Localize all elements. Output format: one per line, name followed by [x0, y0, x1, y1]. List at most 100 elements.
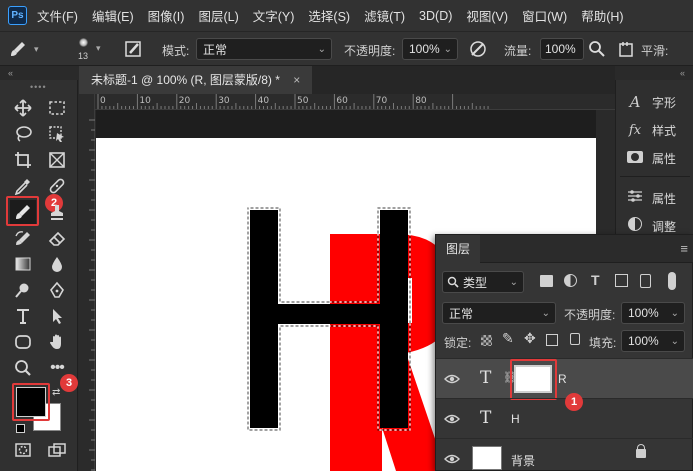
- pen-tool[interactable]: [44, 278, 70, 302]
- menu-layer[interactable]: 图层(L): [198, 6, 238, 25]
- panel-menu-icon[interactable]: ≡: [680, 241, 688, 256]
- toolbar-grip[interactable]: ••••: [30, 82, 47, 92]
- brush-size-picker[interactable]: 13 ▾: [66, 35, 102, 65]
- menu-view[interactable]: 视图(V): [466, 6, 508, 25]
- horizontal-ruler[interactable]: 0 10 20 30 40 50 60 70 80: [95, 94, 615, 110]
- history-brush-tool[interactable]: [10, 226, 36, 250]
- toolbar-collapse-icon[interactable]: «: [0, 66, 79, 80]
- screen-mode-button[interactable]: [44, 438, 70, 462]
- layer-name-h[interactable]: H: [511, 412, 520, 426]
- brush-settings-panel-button[interactable]: [124, 39, 144, 59]
- vertical-ruler[interactable]: [79, 94, 95, 471]
- crop-tool[interactable]: [10, 148, 36, 172]
- dock-collapse-icon[interactable]: «: [615, 66, 693, 80]
- layers-panel-header: 图层 ≡: [436, 235, 693, 263]
- move-tool[interactable]: [10, 96, 36, 120]
- lasso-tool[interactable]: [10, 122, 36, 146]
- menu-help[interactable]: 帮助(H): [581, 6, 623, 25]
- lock-position-icon[interactable]: ✥: [524, 330, 536, 347]
- fx-icon: fx: [628, 122, 642, 138]
- layer-fill-input[interactable]: 100% ⌄: [621, 330, 685, 352]
- pressure-opacity-button[interactable]: [468, 39, 488, 59]
- layer-filter-select[interactable]: 类型 ⌄: [442, 271, 524, 293]
- lock-transparent-icon[interactable]: [481, 335, 492, 346]
- rounded-rectangle-icon: [15, 335, 31, 349]
- frame-icon: [49, 152, 65, 168]
- eraser-tool[interactable]: [44, 226, 70, 250]
- blend-mode-select[interactable]: 正常 ⌄: [196, 38, 332, 60]
- gradient-tool[interactable]: [10, 252, 36, 276]
- tools-panel: •••• 2 ••• 3 ⇄: [0, 80, 78, 471]
- blur-tool[interactable]: [44, 252, 70, 276]
- layer-blend-mode-value: 正常: [449, 306, 474, 321]
- blend-mode-value: 正常: [203, 42, 228, 57]
- path-selection-tool[interactable]: [44, 304, 70, 328]
- brush-icon: [11, 42, 25, 56]
- default-colors-icon[interactable]: [16, 424, 25, 433]
- smoothing-icon: [619, 42, 633, 57]
- document-tab[interactable]: 未标题-1 @ 100% (R, 图层蒙版/8) * ×: [79, 66, 313, 94]
- dock-properties[interactable]: 属性: [616, 144, 693, 172]
- menu-edit[interactable]: 编辑(E): [92, 6, 134, 25]
- smoothing-options-button[interactable]: [618, 40, 636, 58]
- dock-glyphs[interactable]: A 字形: [616, 88, 693, 116]
- airbrush-button[interactable]: [588, 40, 606, 58]
- adjustment-layer-filter-icon[interactable]: [564, 274, 577, 287]
- shape-layer-filter-icon[interactable]: [615, 274, 628, 287]
- rectangular-marquee-icon: [49, 101, 65, 115]
- layer-row-r[interactable]: T ⛓ R: [436, 358, 693, 400]
- type-tool[interactable]: [10, 304, 36, 328]
- zoom-tool[interactable]: [10, 356, 36, 380]
- menu-window[interactable]: 窗口(W): [522, 6, 567, 25]
- dock-styles[interactable]: fx 样式: [616, 116, 693, 144]
- layer-opacity-input[interactable]: 100% ⌄: [621, 302, 685, 324]
- clone-stamp-icon: [51, 205, 63, 220]
- shape-tool[interactable]: [10, 330, 36, 354]
- dodge-tool[interactable]: [10, 278, 36, 302]
- layer-blend-mode-select[interactable]: 正常 ⌄: [442, 302, 556, 324]
- menu-file[interactable]: 文件(F): [37, 6, 78, 25]
- layer-name-r[interactable]: R: [558, 372, 567, 386]
- menu-image[interactable]: 图像(I): [148, 6, 185, 25]
- dock-divider: [620, 176, 690, 177]
- layer-name-background[interactable]: 背景: [511, 452, 535, 469]
- flow-label: 流量:: [504, 44, 532, 58]
- layers-tab[interactable]: 图层: [436, 235, 481, 263]
- eye-icon[interactable]: [444, 451, 460, 467]
- lock-artboard-icon[interactable]: [546, 334, 558, 346]
- sliders-icon: [624, 189, 646, 207]
- pen-nib-icon: [50, 281, 64, 298]
- adjustments-icon: [624, 217, 646, 235]
- history-brush-icon: [15, 231, 30, 245]
- hand-tool[interactable]: [44, 330, 70, 354]
- opacity-input[interactable]: 100% ⌄: [402, 38, 458, 60]
- tool-preset-picker[interactable]: ▾: [8, 38, 48, 60]
- lock-all-icon[interactable]: [570, 333, 580, 345]
- stamp-tool[interactable]: [44, 200, 70, 224]
- lock-image-icon[interactable]: ✎: [502, 330, 514, 347]
- menu-filter[interactable]: 滤镜(T): [364, 6, 405, 25]
- background-layer-thumbnail: [472, 446, 502, 470]
- flow-value: 100%: [545, 42, 576, 56]
- flow-input[interactable]: 100%: [540, 38, 584, 60]
- eye-icon[interactable]: [444, 371, 460, 387]
- menu-3d[interactable]: 3D(D): [419, 9, 452, 23]
- menu-type[interactable]: 文字(Y): [253, 6, 295, 25]
- layer-row-background[interactable]: 背景: [436, 438, 693, 471]
- pixel-layer-filter-icon[interactable]: [540, 275, 553, 287]
- smart-object-filter-icon[interactable]: [640, 274, 651, 288]
- type-icon: [17, 309, 29, 324]
- quick-mask-button[interactable]: [10, 438, 36, 462]
- menu-select[interactable]: 选择(S): [308, 6, 350, 25]
- layer-opacity-label: 不透明度:: [564, 308, 616, 322]
- dock-properties-2[interactable]: 属性: [616, 184, 693, 212]
- object-selection-tool[interactable]: [44, 122, 70, 146]
- frame-tool[interactable]: [44, 148, 70, 172]
- marquee-tool[interactable]: [44, 96, 70, 120]
- swap-colors-icon[interactable]: ⇄: [52, 387, 60, 398]
- close-icon[interactable]: ×: [293, 73, 300, 87]
- type-layer-filter-icon[interactable]: T: [591, 272, 600, 288]
- eye-icon[interactable]: [444, 411, 460, 427]
- filter-toggle-icon[interactable]: [668, 272, 676, 290]
- eyedropper-tool[interactable]: [10, 174, 36, 198]
